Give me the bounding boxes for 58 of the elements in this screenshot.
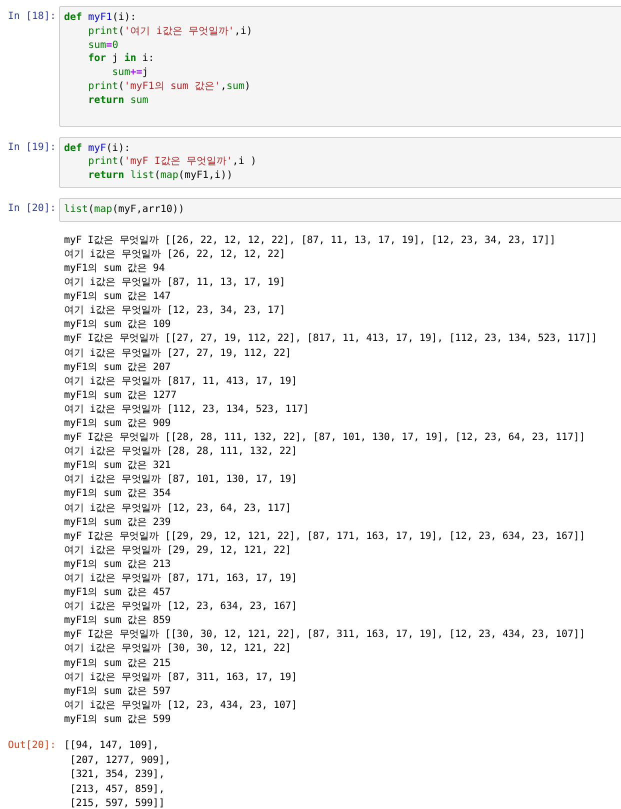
- output-line: 여기 i값은 무엇일까 [87, 11, 13, 17, 19]: [64, 276, 286, 290]
- output-line: myF I값은 무엇일까 [[27, 27, 19, 112, 22], [817, 11, 413, 17, 19], [112, 23, 134, 523, 117]]: [64, 332, 598, 346]
- output-line: 여기 i값은 무엇일까 [28, 28, 111, 132, 22]: [64, 445, 298, 460]
- output-line: 여기 i값은 무엇일까 [12, 23, 34, 23, 17]: [64, 304, 286, 318]
- input-prompt: In [18]:: [8, 10, 56, 22]
- code-line: def myF(i):: [64, 142, 132, 156]
- output-line: myF1의 sum 값은 909: [64, 416, 172, 431]
- output-line: 여기 i값은 무엇일까 [87, 101, 130, 17, 19]: [64, 473, 298, 488]
- output-line: myF1의 sum 값은 213: [64, 558, 172, 572]
- output-line: myF1의 sum 값은 215: [64, 656, 172, 671]
- code-line: return list(map(myF1,i)): [87, 169, 234, 183]
- result-line: [207, 1277, 909],: [68, 754, 171, 768]
- code-line: print('myF I값은 무엇일까',i ): [87, 155, 258, 170]
- output-line: myF1의 sum 값은 147: [64, 290, 172, 304]
- output-line: myF I값은 무엇일까 [[28, 28, 111, 132, 22], [87, 101, 130, 17, 19], [12, 23, 64, 23, 117]]: [64, 431, 586, 446]
- output-line: myF I값은 무엇일까 [[26, 22, 12, 12, 22], [87, 11, 13, 17, 19], [12, 23, 34, 23, 17]]: [64, 234, 557, 248]
- code-line: for j in i:: [87, 52, 156, 66]
- code-line: def myF1(i):: [64, 11, 138, 25]
- input-prompt: In [19]:: [8, 140, 56, 153]
- output-line: myF1의 sum 값은 859: [64, 614, 172, 628]
- output-line: myF1의 sum 값은 457: [64, 586, 172, 600]
- output-line: 여기 i값은 무엇일까 [87, 171, 163, 17, 19]: [64, 572, 298, 586]
- output-line: 여기 i값은 무엇일까 [30, 30, 12, 121, 22]: [64, 642, 292, 656]
- output-line: 여기 i값은 무엇일까 [12, 23, 434, 23, 107]: [64, 698, 298, 713]
- result-line: [[94, 147, 109],: [64, 739, 160, 754]
- code-line: sum+=j: [111, 66, 150, 80]
- output-line: myF1의 sum 값은 94: [64, 262, 166, 276]
- output-line: 여기 i값은 무엇일까 [87, 311, 163, 17, 19]: [64, 670, 298, 685]
- output-prompt: Out[20]:: [8, 739, 56, 752]
- output-line: 여기 i값은 무엇일까 [112, 23, 134, 523, 117]: [64, 402, 310, 417]
- output-line: myF I값은 무엇일까 [[29, 29, 12, 121, 22], [87, 171, 163, 17, 19], [12, 23, 634, 23, 167]]: [64, 530, 586, 544]
- output-line: myF1의 sum 값은 321: [64, 459, 172, 474]
- code-line: print('여기 i값은 무엇일까',i): [87, 24, 254, 39]
- output-line: 여기 i값은 무엇일까 [12, 23, 634, 23, 167]: [64, 600, 298, 614]
- output-line: 여기 i값은 무엇일까 [26, 22, 12, 12, 22]: [64, 248, 286, 262]
- output-line: 여기 i값은 무엇일까 [29, 29, 12, 121, 22]: [64, 544, 292, 558]
- code-line: list(map(myF,arr10)): [64, 202, 186, 217]
- result-line: [321, 354, 239],: [68, 768, 166, 782]
- input-prompt: In [20]:: [8, 202, 56, 214]
- output-line: myF1의 sum 값은 599: [64, 712, 172, 727]
- code-line: return sum: [87, 94, 150, 108]
- output-line: 여기 i값은 무엇일까 [27, 27, 19, 112, 22]: [64, 346, 292, 361]
- code-cell[interactable]: list(map(myF,arr10)): [59, 198, 621, 222]
- output-line: 여기 i값은 무엇일까 [817, 11, 413, 17, 19]: [64, 374, 298, 389]
- code-cell[interactable]: def myF1(i): print('여기 i값은 무엇일까',i) sum=0 for j in i: sum+=j print('myF1의 sum 값은',sum) return sum: [59, 6, 621, 127]
- code-line: sum=0: [87, 38, 120, 52]
- output-line: myF1의 sum 값은 239: [64, 516, 172, 530]
- output-line: 여기 i값은 무엇일까 [12, 23, 64, 23, 117]: [64, 502, 292, 516]
- output-line: myF1의 sum 값은 597: [64, 684, 172, 699]
- code-cell[interactable]: def myF(i): print('myF I값은 무엇일까',i ) return list(map(myF1,i)): [59, 136, 621, 188]
- output-line: myF1의 sum 값은 354: [64, 487, 172, 502]
- code-line: print('myF1의 sum 값은',sum): [87, 80, 252, 94]
- result-line: [215, 597, 599]]: [68, 797, 166, 809]
- result-line: [213, 457, 859],: [68, 782, 166, 797]
- output-line: myF1의 sum 값은 109: [64, 318, 172, 332]
- output-line: myF1의 sum 값은 207: [64, 360, 172, 375]
- output-line: myF I값은 무엇일까 [[30, 30, 12, 121, 22], [87, 311, 163, 17, 19], [12, 23, 434, 23, 107]]: [64, 628, 586, 642]
- output-line: myF1의 sum 값은 1277: [64, 388, 178, 403]
